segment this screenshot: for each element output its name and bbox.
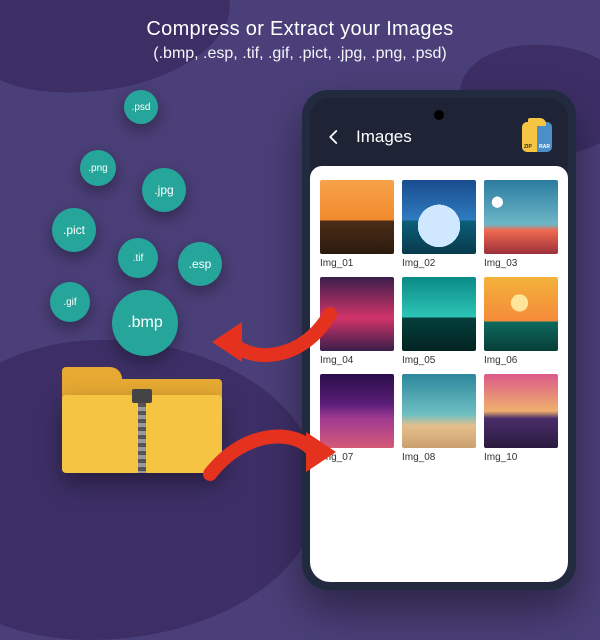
image-grid-panel: Img_01Img_02Img_03Img_04Img_05Img_06Img_… — [310, 166, 568, 582]
image-caption: Img_08 — [402, 452, 476, 463]
image-thumbnail — [484, 374, 558, 448]
image-thumbnail — [402, 277, 476, 351]
image-thumbnail — [320, 180, 394, 254]
back-button[interactable] — [322, 125, 346, 149]
chevron-left-icon — [325, 128, 343, 146]
app-screen: Images ZIP RAR Img_01Img_02Img_03Img_04I… — [310, 98, 568, 582]
image-thumbnail — [402, 374, 476, 448]
image-item[interactable]: Img_02 — [402, 180, 476, 269]
ext-bubble-label: .esp — [189, 257, 212, 271]
zip-rar-app-icon[interactable]: ZIP RAR — [522, 122, 552, 152]
ext-bubble-jpg: .jpg — [142, 168, 186, 212]
image-item[interactable]: Img_01 — [320, 180, 394, 269]
image-item[interactable]: Img_06 — [484, 277, 558, 366]
ext-bubble-label: .bmp — [127, 314, 163, 332]
ext-bubble-label: .tif — [133, 253, 144, 264]
ext-bubble-label: .gif — [63, 297, 76, 308]
ext-bubble-label: .jpg — [154, 183, 173, 197]
ext-bubble-label: .png — [88, 163, 107, 174]
image-item[interactable]: Img_05 — [402, 277, 476, 366]
ext-bubble-label: .pict — [63, 223, 85, 237]
arrow-compress-icon — [196, 418, 336, 498]
image-caption: Img_01 — [320, 258, 394, 269]
promo-subtitle: (.bmp, .esp, .tif, .gif, .pict, .jpg, .p… — [0, 45, 600, 63]
ext-bubble-pict: .pict — [52, 208, 96, 252]
phone-mockup: Images ZIP RAR Img_01Img_02Img_03Img_04I… — [302, 90, 576, 590]
image-caption: Img_02 — [402, 258, 476, 269]
zipper-icon — [138, 395, 146, 473]
ext-bubble-gif: .gif — [50, 282, 90, 322]
image-item[interactable]: Img_03 — [484, 180, 558, 269]
image-thumbnail — [484, 180, 558, 254]
arrow-extract-icon — [212, 302, 342, 382]
app-bar: Images ZIP RAR — [310, 98, 568, 166]
ext-bubble-psd: .psd — [124, 90, 158, 124]
ext-bubble-tif: .tif — [118, 238, 158, 278]
image-thumbnail — [402, 180, 476, 254]
image-caption: Img_06 — [484, 355, 558, 366]
zipper-pull-icon — [132, 389, 152, 403]
ext-bubble-png: .png — [80, 150, 116, 186]
image-caption: Img_05 — [402, 355, 476, 366]
image-item[interactable]: Img_10 — [484, 374, 558, 463]
promo-header: Compress or Extract your Images (.bmp, .… — [0, 0, 600, 63]
image-item[interactable]: Img_08 — [402, 374, 476, 463]
zip-label: ZIP — [524, 144, 532, 150]
ext-bubble-label: .psd — [132, 102, 151, 113]
ext-bubble-esp: .esp — [178, 242, 222, 286]
ext-bubble-bmp: .bmp — [112, 290, 178, 356]
promo-title: Compress or Extract your Images — [0, 18, 600, 41]
rar-label: RAR — [539, 144, 550, 150]
image-caption: Img_10 — [484, 452, 558, 463]
camera-hole-icon — [434, 110, 444, 120]
image-caption: Img_03 — [484, 258, 558, 269]
image-thumbnail — [484, 277, 558, 351]
screen-title: Images — [356, 127, 522, 147]
